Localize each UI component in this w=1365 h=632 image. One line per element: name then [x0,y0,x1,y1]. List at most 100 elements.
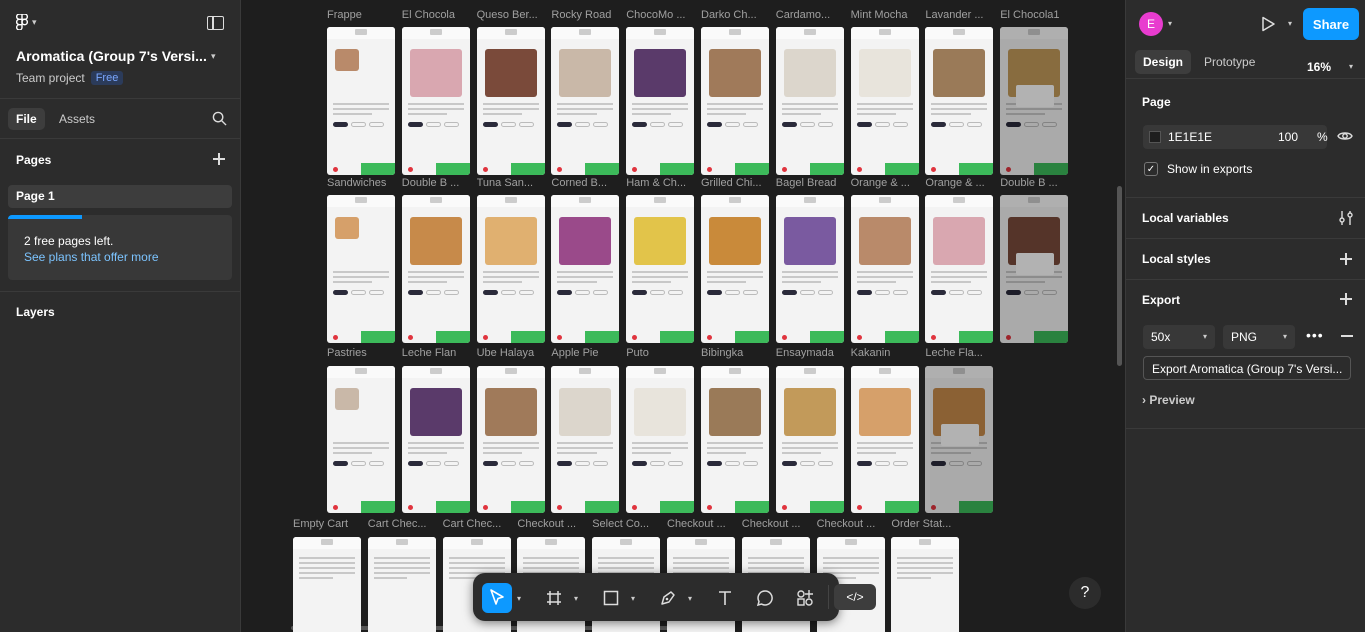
frame-label[interactable]: Leche Fla... [925,347,997,359]
frame-label[interactable]: Checkout ... [517,518,589,530]
frame-thumbnail[interactable] [775,195,844,343]
share-button[interactable]: Share [1303,8,1359,40]
main-menu-button[interactable]: ▾ [16,14,37,30]
local-variables-title[interactable]: Local variables [1142,211,1229,225]
frame-thumbnail[interactable] [626,366,695,513]
export-format-select[interactable]: PNG ▾ [1223,325,1295,349]
frame-label[interactable]: Ham & Ch... [626,177,698,189]
frame-thumbnail[interactable] [293,537,361,632]
eye-icon[interactable] [1337,129,1353,143]
frame-thumbnail[interactable] [327,27,395,175]
frame-thumbnail[interactable] [551,366,620,513]
frame-thumbnail[interactable] [551,195,620,343]
frame-label[interactable]: Cart Chec... [443,518,515,530]
page-color-field[interactable]: 1E1E1E 100 % [1143,125,1328,149]
frame-label[interactable]: Sandwiches [327,177,399,189]
frame-label[interactable]: Leche Flan [402,347,474,359]
search-icon[interactable] [212,111,227,126]
more-options-icon[interactable]: ••• [1306,327,1324,343]
zoom-level[interactable]: 16% [1307,60,1331,74]
frame-label[interactable]: Orange & ... [925,177,997,189]
variables-icon[interactable] [1339,210,1353,226]
chevron-down-icon[interactable]: ▾ [1168,19,1172,28]
preview-toggle[interactable]: › Preview [1142,393,1195,407]
frame-thumbnail[interactable] [401,366,470,513]
frame-label[interactable]: Darko Ch... [701,9,773,21]
frame-label[interactable]: Checkout ... [667,518,739,530]
add-style-icon[interactable] [1340,253,1352,265]
page-item-page-1[interactable]: Page 1 [8,185,232,208]
frame-thumbnail[interactable] [327,195,395,343]
frame-thumbnail[interactable] [1000,27,1069,175]
frame-label[interactable]: Puto [626,347,698,359]
file-title[interactable]: Aromatica (Group 7's Versi... [16,48,207,64]
frame-label[interactable]: Orange & ... [851,177,923,189]
frame-thumbnail[interactable] [476,366,545,513]
frame-thumbnail[interactable] [701,195,769,343]
frame-label[interactable]: Checkout ... [817,518,889,530]
frame-label[interactable]: Empty Cart [293,518,365,530]
chevron-down-icon[interactable]: ▾ [1288,19,1292,28]
frame-thumbnail[interactable] [891,537,960,632]
export-scale-select[interactable]: 50x ▾ [1143,325,1215,349]
tab-file[interactable]: File [8,108,45,130]
frame-label[interactable]: Frappe [327,9,399,21]
frame-label[interactable]: Corned B... [551,177,623,189]
page-opacity[interactable]: 100 [1278,130,1298,144]
chevron-down-icon[interactable]: ▾ [211,51,216,62]
frame-label[interactable]: Cardamo... [776,9,848,21]
frame-thumbnail[interactable] [626,195,695,343]
tab-prototype[interactable]: Prototype [1196,50,1263,74]
frame-label[interactable]: Select Co... [592,518,664,530]
add-page-icon[interactable] [213,153,225,165]
pen-tool-button[interactable] [653,583,683,613]
frame-label[interactable]: Apple Pie [551,347,623,359]
see-plans-link[interactable]: See plans that offer more [24,250,159,264]
chevron-down-icon[interactable]: ▾ [574,594,578,603]
shape-tool-button[interactable] [596,583,626,613]
tab-design[interactable]: Design [1135,50,1192,74]
frame-thumbnail[interactable] [476,195,545,343]
text-tool-button[interactable] [710,583,740,613]
frame-thumbnail[interactable] [925,27,994,175]
vertical-scrollbar[interactable] [1117,186,1122,366]
frame-thumbnail[interactable] [775,366,844,513]
frame-thumbnail[interactable] [925,366,994,513]
frame-thumbnail[interactable] [327,366,395,513]
chevron-down-icon[interactable]: ▾ [1349,62,1353,71]
frame-label[interactable]: Ube Halaya [477,347,549,359]
chevron-down-icon[interactable]: ▾ [631,594,635,603]
comment-tool-button[interactable] [750,583,780,613]
frame-tool-button[interactable] [539,583,569,613]
frame-label[interactable]: Bagel Bread [776,177,848,189]
export-button[interactable]: Export Aromatica (Group 7's Versi... [1143,356,1351,380]
add-export-icon[interactable] [1340,293,1352,305]
toggle-sidebar-icon[interactable] [207,16,224,30]
frame-label[interactable]: Queso Ber... [477,9,549,21]
frame-thumbnail[interactable] [476,27,545,175]
actions-tool-button[interactable] [790,583,820,613]
remove-export-icon[interactable] [1341,335,1353,337]
frame-thumbnail[interactable] [551,27,620,175]
frame-label[interactable]: El Chocola [402,9,474,21]
frame-label[interactable]: Rocky Road [551,9,623,21]
frame-label[interactable]: Order Stat... [891,518,963,530]
frame-thumbnail[interactable] [401,195,470,343]
dev-mode-toggle[interactable]: </> [834,584,876,610]
tab-assets[interactable]: Assets [51,108,103,130]
frame-label[interactable]: Cart Chec... [368,518,440,530]
move-tool-button[interactable] [482,583,512,613]
help-button[interactable]: ? [1069,577,1101,609]
frame-label[interactable]: Mint Mocha [851,9,923,21]
frame-label[interactable]: Grilled Chi... [701,177,773,189]
frame-label[interactable]: El Chocola1 [1000,9,1072,21]
local-styles-title[interactable]: Local styles [1142,252,1211,266]
color-swatch[interactable] [1149,131,1161,143]
chevron-down-icon[interactable]: ▾ [517,594,521,603]
frame-thumbnail[interactable] [1000,195,1069,343]
frame-label[interactable]: ChocoMo ... [626,9,698,21]
frame-thumbnail[interactable] [701,27,769,175]
frame-thumbnail[interactable] [925,195,994,343]
frame-label[interactable]: Checkout ... [742,518,814,530]
frame-thumbnail[interactable] [367,537,436,632]
